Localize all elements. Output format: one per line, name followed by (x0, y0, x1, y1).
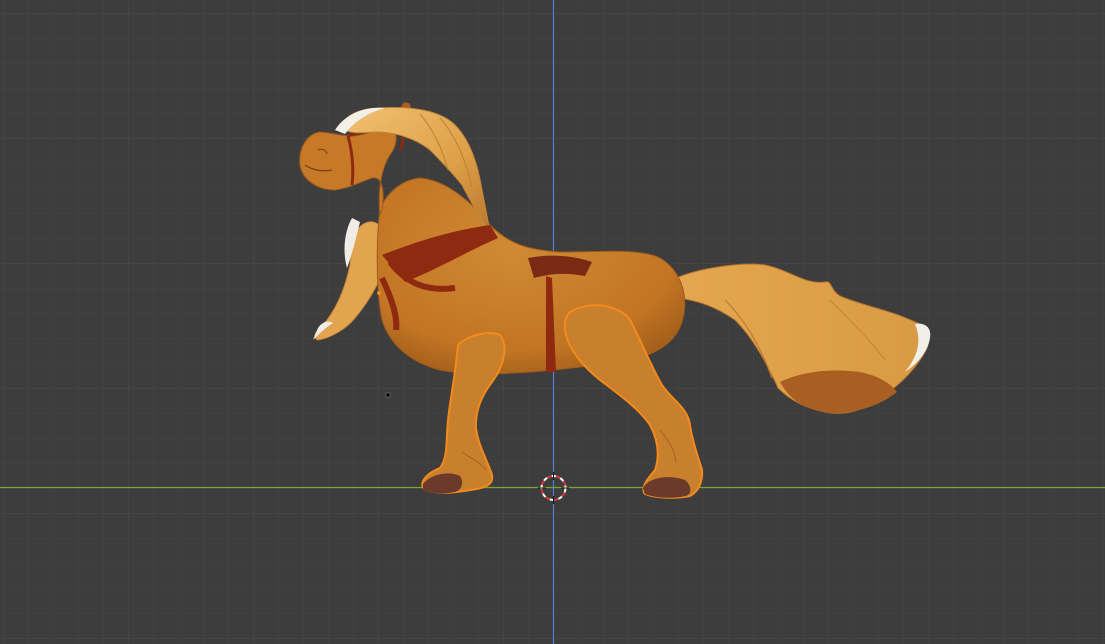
3d-viewport[interactable] (0, 0, 1105, 644)
viewport-canvas[interactable] (0, 0, 1105, 644)
origin-dot (377, 291, 381, 295)
object-origin-icon[interactable] (385, 392, 391, 398)
